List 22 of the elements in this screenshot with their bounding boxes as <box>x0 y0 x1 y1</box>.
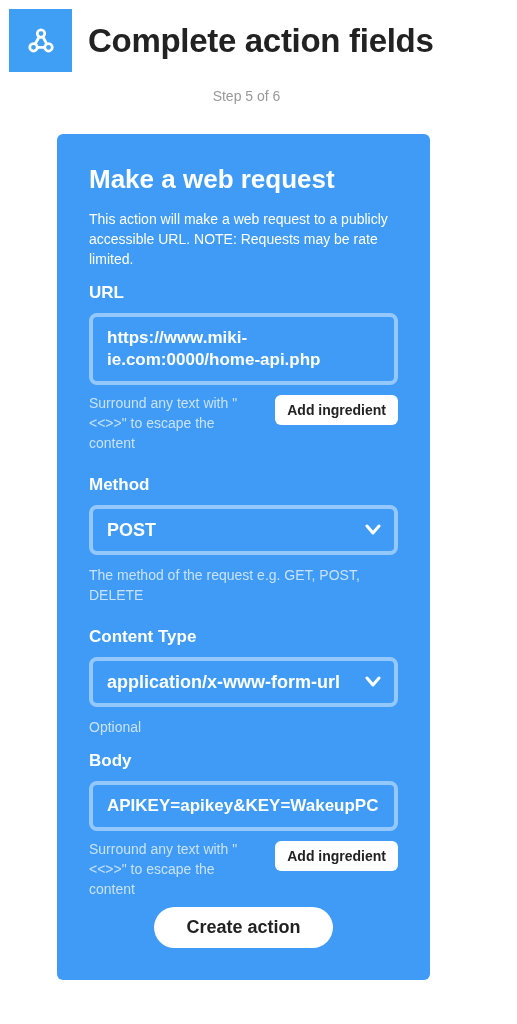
text-field[interactable]: APIKEY=apikey&KEY=WakeupPC <box>89 781 398 831</box>
add-ingredient-button[interactable]: Add ingredient <box>275 395 398 425</box>
select-field[interactable]: application/x-www-form-url <box>89 657 398 707</box>
chevron-down-icon <box>364 524 382 536</box>
chevron-down-icon <box>364 676 382 688</box>
help-text: Surround any text with "<<>>" to escape the content <box>89 840 239 899</box>
page-title: Complete action fields <box>88 21 434 60</box>
text-field[interactable]: https://www.miki-ie.com:0000/home-api.php <box>89 313 398 385</box>
create-action-button[interactable]: Create action <box>154 907 333 948</box>
select-field[interactable]: POST <box>89 505 398 555</box>
help-text: Optional <box>89 718 143 737</box>
webhook-icon <box>9 9 72 72</box>
step-indicator: Step 5 of 6 <box>212 88 281 104</box>
card-description: This action will make a web request to a publicly accessible URL. NOTE: Requests may be rate limited. <box>89 210 389 269</box>
card-title: Make a web request <box>89 164 336 195</box>
field-label: Content Type <box>89 627 198 647</box>
field-label: Body <box>89 751 133 771</box>
help-text: The method of the request e.g. GET, POST, DELETE <box>89 566 361 605</box>
help-text: Surround any text with "<<>>" to escape the content <box>89 394 239 453</box>
field-label: URL <box>89 283 125 303</box>
add-ingredient-button[interactable]: Add ingredient <box>275 841 398 871</box>
field-label: Method <box>89 475 151 495</box>
